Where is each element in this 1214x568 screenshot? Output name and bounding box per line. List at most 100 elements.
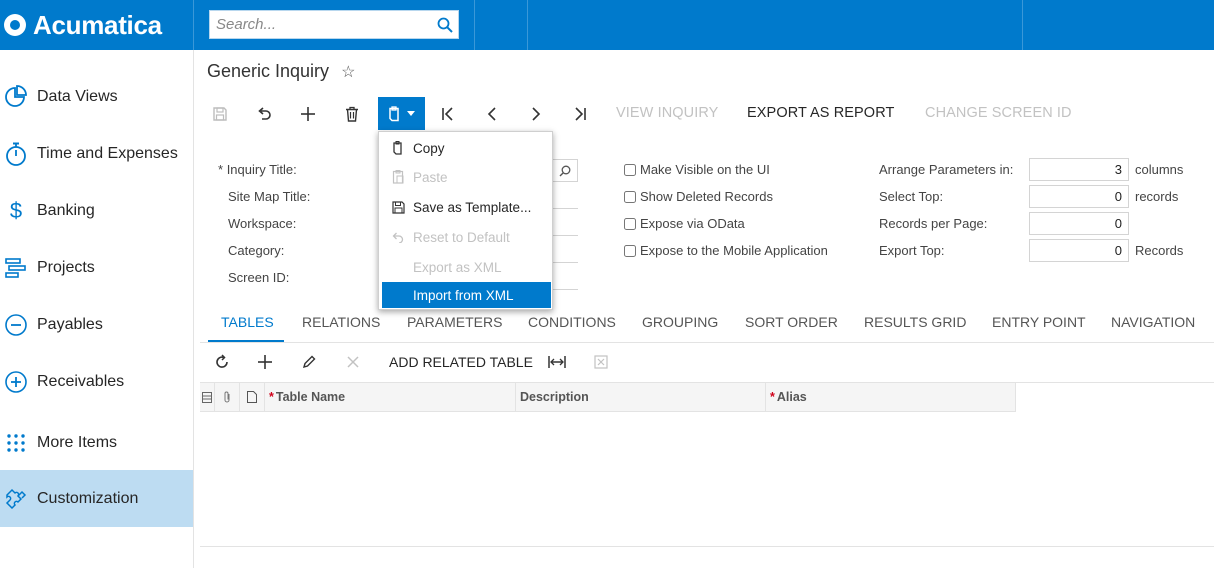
tab-sort-order[interactable]: SORT ORDER	[745, 313, 838, 342]
sidebar-item-payables[interactable]: Payables	[0, 296, 193, 353]
sidebar-item-customization[interactable]: Customization	[0, 470, 193, 527]
logo-mark-icon	[4, 14, 26, 36]
refresh-button[interactable]	[210, 350, 234, 374]
search-box[interactable]	[209, 10, 459, 39]
tab-results-grid[interactable]: RESULTS GRID	[864, 313, 966, 342]
tab-relations[interactable]: RELATIONS	[302, 313, 380, 342]
records-per-page-input[interactable]: 0	[1029, 212, 1129, 235]
last-record-button[interactable]	[564, 97, 596, 130]
favorite-star-icon[interactable]: ☆	[341, 62, 355, 82]
plus-circle-icon	[3, 369, 29, 395]
last-icon	[575, 106, 586, 121]
search-icon[interactable]	[432, 17, 458, 33]
view-inquiry-button[interactable]: VIEW INQUIRY	[616, 97, 718, 130]
tab-tables[interactable]: TABLES	[208, 313, 284, 342]
add-button[interactable]	[292, 97, 324, 130]
export-top-input[interactable]: 0	[1029, 239, 1129, 262]
delete-row-button[interactable]	[341, 350, 365, 374]
save-button[interactable]	[204, 97, 236, 130]
menu-item-import-from-xml[interactable]: Import from XML	[382, 282, 551, 308]
make-visible-checkbox[interactable]: Make Visible on the UI	[624, 162, 770, 177]
category-field[interactable]	[550, 262, 578, 263]
delete-button[interactable]	[336, 97, 368, 130]
tab-entry-point[interactable]: ENTRY POINT	[992, 313, 1086, 342]
tab-parameters[interactable]: PARAMETERS	[407, 313, 502, 342]
sidebar-item-receivables[interactable]: Receivables	[0, 353, 193, 410]
change-screen-id-button[interactable]: CHANGE SCREEN ID	[925, 97, 1072, 130]
cancel-button[interactable]	[248, 97, 280, 130]
clipboard-icon	[389, 105, 399, 121]
sidebar-item-label: Projects	[37, 258, 95, 276]
workspace-field[interactable]	[550, 235, 578, 236]
app-logo[interactable]: Acumatica	[0, 0, 193, 50]
copy-icon	[385, 141, 411, 155]
sidebar-item-banking[interactable]: $ Banking	[0, 182, 193, 239]
grid-footer-line	[200, 546, 1214, 547]
row-selector-header[interactable]	[200, 383, 215, 412]
top-bar: Acumatica	[0, 0, 1214, 50]
show-deleted-checkbox[interactable]: Show Deleted Records	[624, 189, 773, 204]
tab-navigation[interactable]: NAVIGATION	[1111, 313, 1195, 342]
grid-dots-icon	[3, 430, 29, 456]
clipboard-dropdown-menu: Copy Paste Save as Template... Reset to …	[378, 131, 553, 310]
checkbox[interactable]	[624, 244, 636, 257]
table-name-header[interactable]: * Table Name	[265, 383, 516, 412]
site-map-title-field[interactable]	[550, 208, 578, 209]
fit-width-icon	[548, 356, 566, 368]
add-related-table-button[interactable]: ADD RELATED TABLE	[389, 350, 533, 374]
checkbox[interactable]	[624, 190, 636, 203]
inquiry-title-lookup-button[interactable]	[552, 159, 578, 182]
description-header[interactable]: Description	[516, 383, 766, 412]
sidebar-item-data-views[interactable]: Data Views	[0, 68, 193, 125]
workspace-label: Workspace:	[228, 216, 297, 231]
tabs-divider	[200, 342, 1214, 343]
checkbox[interactable]	[624, 217, 636, 230]
gantt-icon	[3, 255, 29, 281]
export-top-label: Export Top:	[879, 243, 945, 258]
export-excel-button[interactable]	[589, 350, 613, 374]
paste-icon	[385, 170, 411, 184]
clipboard-menu-button[interactable]	[378, 97, 425, 130]
dollar-icon: $	[9, 197, 23, 223]
attachments-header[interactable]	[215, 383, 240, 412]
select-top-input[interactable]: 0	[1029, 185, 1129, 208]
export-as-report-button[interactable]: EXPORT AS REPORT	[747, 97, 894, 130]
menu-item-copy[interactable]: Copy	[382, 135, 551, 161]
sidebar: Data Views Time and Expenses $ Banking P…	[0, 50, 194, 568]
sidebar-item-more-items[interactable]: More Items	[0, 414, 193, 471]
chevron-right-icon	[532, 106, 541, 121]
note-icon	[247, 391, 257, 403]
menu-item-save-as-template[interactable]: Save as Template...	[382, 194, 551, 220]
sidebar-item-time-expenses[interactable]: Time and Expenses	[0, 125, 193, 182]
sidebar-item-label: Banking	[37, 201, 95, 219]
search-input[interactable]	[210, 11, 432, 38]
caret-down-icon	[407, 111, 415, 116]
menu-item-reset-to-default[interactable]: Reset to Default	[382, 224, 551, 250]
tab-conditions[interactable]: CONDITIONS	[528, 313, 616, 342]
notes-header[interactable]	[240, 383, 265, 412]
first-record-button[interactable]	[432, 97, 464, 130]
screen-id-field[interactable]	[550, 289, 578, 290]
arrange-parameters-input[interactable]: 3	[1029, 158, 1129, 181]
menu-item-export-as-xml[interactable]: Export as XML	[382, 254, 551, 280]
fit-columns-button[interactable]	[545, 350, 569, 374]
next-record-button[interactable]	[520, 97, 552, 130]
paperclip-icon	[224, 391, 230, 403]
arrange-parameters-label: Arrange Parameters in:	[879, 162, 1014, 177]
sidebar-item-projects[interactable]: Projects	[0, 239, 193, 296]
close-icon	[347, 356, 359, 368]
edit-row-button[interactable]	[297, 350, 321, 374]
checkbox[interactable]	[624, 163, 636, 176]
trash-icon	[346, 106, 358, 122]
sidebar-item-label: Payables	[37, 315, 103, 333]
required-marker: *	[269, 390, 274, 404]
expose-mobile-checkbox[interactable]: Expose to the Mobile Application	[624, 243, 828, 258]
menu-item-paste[interactable]: Paste	[382, 164, 551, 190]
row-settings-icon	[202, 391, 212, 403]
previous-record-button[interactable]	[476, 97, 508, 130]
alias-header[interactable]: * Alias	[766, 383, 1016, 412]
tab-grouping[interactable]: GROUPING	[642, 313, 718, 342]
records-per-page-label: Records per Page:	[879, 216, 988, 231]
expose-odata-checkbox[interactable]: Expose via OData	[624, 216, 745, 231]
add-row-button[interactable]	[253, 350, 277, 374]
